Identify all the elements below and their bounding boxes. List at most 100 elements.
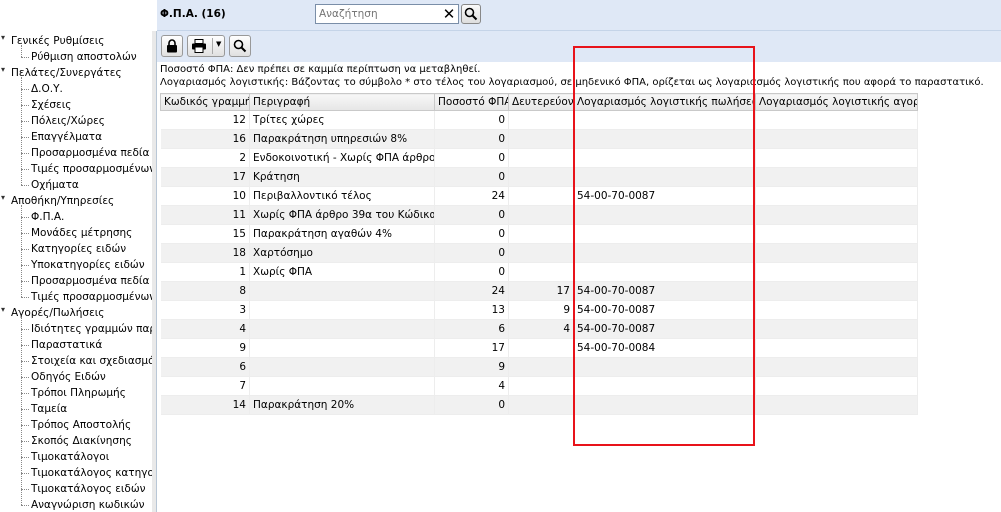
table-cell[interactable] — [508, 262, 574, 282]
tree-collapse-icon[interactable]: ▾ — [1, 65, 9, 74]
table-cell[interactable]: 0 — [434, 148, 509, 168]
tree-item-25[interactable]: Σκοπός Διακίνησης — [31, 433, 132, 449]
table-cell[interactable]: 0 — [434, 262, 509, 282]
tree-group-17[interactable]: Αγορές/Πωλήσεις — [11, 305, 104, 321]
table-cell[interactable] — [249, 338, 435, 358]
table-cell[interactable]: 54-00-70-0084 — [573, 338, 756, 358]
print-button[interactable]: ▼ — [187, 35, 225, 57]
table-cell[interactable] — [755, 262, 918, 282]
table-cell[interactable] — [573, 357, 756, 377]
table-cell[interactable]: 10 — [160, 186, 250, 206]
table-cell[interactable]: 0 — [434, 110, 509, 130]
table-row[interactable]: 69 — [160, 357, 918, 377]
column-header-0[interactable]: Κωδικός γραμμής — [160, 93, 250, 111]
table-cell[interactable]: 0 — [434, 243, 509, 263]
table-cell[interactable]: 54-00-70-0087 — [573, 281, 756, 301]
table-cell[interactable] — [508, 224, 574, 244]
table-row[interactable]: 74 — [160, 376, 918, 396]
table-cell[interactable] — [249, 357, 435, 377]
tree-item-26[interactable]: Τιμοκατάλογοι — [31, 449, 109, 465]
column-header-3[interactable]: Δευτερεύον — [508, 93, 574, 111]
tree-collapse-icon[interactable]: ▾ — [1, 33, 9, 42]
table-cell[interactable]: 0 — [434, 205, 509, 225]
table-cell[interactable] — [755, 110, 918, 130]
table-cell[interactable]: Ενδοκοινοτική - Χωρίς ΦΠΑ άρθρο 14 — [249, 148, 435, 168]
tree-item-5[interactable]: Πόλεις/Χώρες — [31, 113, 105, 129]
table-cell[interactable] — [755, 338, 918, 358]
tree-group-10[interactable]: Αποθήκη/Υπηρεσίες — [11, 193, 114, 209]
tree-item-15[interactable]: Προσαρμοσμένα πεδία — [31, 273, 149, 289]
tree-item-9[interactable]: Οχήματα — [31, 177, 79, 193]
table-cell[interactable]: 18 — [160, 243, 250, 263]
table-cell[interactable] — [755, 167, 918, 187]
table-cell[interactable] — [573, 262, 756, 282]
table-row[interactable]: 1 Χωρίς ΦΠΑ 0 — [160, 262, 918, 282]
table-cell[interactable] — [755, 224, 918, 244]
table-cell[interactable] — [573, 167, 756, 187]
table-cell[interactable] — [755, 148, 918, 168]
table-cell[interactable]: 4 — [508, 319, 574, 339]
table-cell[interactable] — [249, 281, 435, 301]
table-cell[interactable]: 3 — [160, 300, 250, 320]
table-cell[interactable]: Τρίτες χώρες — [249, 110, 435, 130]
table-cell[interactable]: 11 — [160, 205, 250, 225]
tree-item-23[interactable]: Ταμεία — [31, 401, 67, 417]
tree-item-3[interactable]: Δ.Ο.Υ. — [31, 81, 63, 97]
table-row[interactable]: 15 Παρακράτηση αγαθών 4% 0 — [160, 224, 918, 244]
table-cell[interactable] — [755, 186, 918, 206]
table-row[interactable]: 9 17 54-00-70-0084 — [160, 338, 918, 358]
table-cell[interactable]: Κράτηση — [249, 167, 435, 187]
table-cell[interactable] — [249, 300, 435, 320]
table-cell[interactable] — [755, 243, 918, 263]
table-cell[interactable] — [508, 148, 574, 168]
table-row[interactable]: 10 Περιβαλλοντικό τέλος 24 54-00-70-0087 — [160, 186, 918, 206]
table-row[interactable]: 3 13 9 54-00-70-0087 — [160, 300, 918, 320]
tree-item-13[interactable]: Κατηγορίες ειδών — [31, 241, 126, 257]
table-cell[interactable] — [508, 167, 574, 187]
chevron-down-icon[interactable]: ▼ — [216, 40, 221, 48]
tree-item-27[interactable]: Τιμοκατάλογος κατηγοριώ — [31, 465, 156, 481]
table-cell[interactable] — [573, 148, 756, 168]
table-cell[interactable]: 9 — [434, 357, 509, 377]
table-cell[interactable] — [755, 281, 918, 301]
tree-item-22[interactable]: Τρόποι Πληρωμής — [31, 385, 126, 401]
table-cell[interactable] — [508, 357, 574, 377]
table-cell[interactable]: 16 — [160, 129, 250, 149]
table-cell[interactable] — [573, 395, 756, 415]
table-cell[interactable] — [573, 243, 756, 263]
table-cell[interactable]: 17 — [434, 338, 509, 358]
table-row[interactable]: 8 24 17 54-00-70-0087 — [160, 281, 918, 301]
table-row[interactable]: 17 Κράτηση 0 — [160, 167, 918, 187]
table-cell[interactable]: Χωρίς ΦΠΑ άρθρο 39α του Κώδικα ΦΠΑ — [249, 205, 435, 225]
column-header-4[interactable]: Λογαριασμός λογιστικής πωλήσεων — [573, 93, 756, 111]
table-cell[interactable]: 0 — [434, 129, 509, 149]
tree-item-6[interactable]: Επαγγέλματα — [31, 129, 102, 145]
table-cell[interactable]: 9 — [508, 300, 574, 320]
table-cell[interactable]: 14 — [160, 395, 250, 415]
find-button[interactable] — [229, 35, 251, 57]
table-cell[interactable] — [508, 110, 574, 130]
table-row[interactable]: 11Χωρίς ΦΠΑ άρθρο 39α του Κώδικα ΦΠΑ0 — [160, 205, 918, 225]
table-cell[interactable]: 17 — [508, 281, 574, 301]
table-cell[interactable]: Παρακράτηση υπηρεσιών 8% — [249, 129, 435, 149]
table-cell[interactable] — [508, 395, 574, 415]
tree-item-12[interactable]: Μονάδες μέτρησης — [31, 225, 132, 241]
table-cell[interactable]: 12 — [160, 110, 250, 130]
table-cell[interactable] — [755, 319, 918, 339]
table-cell[interactable]: 24 — [434, 281, 509, 301]
table-cell[interactable]: 8 — [160, 281, 250, 301]
tree-group-0[interactable]: Γενικές Ρυθμίσεις — [11, 33, 104, 49]
table-cell[interactable]: 6 — [434, 319, 509, 339]
table-cell[interactable] — [573, 224, 756, 244]
table-cell[interactable] — [755, 300, 918, 320]
tree-group-2[interactable]: Πελάτες/Συνεργάτες — [11, 65, 122, 81]
tree-item-1[interactable]: Ρύθμιση αποστολών — [31, 49, 137, 65]
table-cell[interactable] — [573, 110, 756, 130]
table-cell[interactable] — [508, 376, 574, 396]
search-input[interactable] — [315, 4, 459, 24]
table-cell[interactable] — [573, 129, 756, 149]
tree-item-8[interactable]: Τιμές προσαρμοσμένων π — [31, 161, 156, 177]
table-cell[interactable]: 54-00-70-0087 — [573, 186, 756, 206]
table-cell[interactable] — [573, 376, 756, 396]
table-cell[interactable] — [508, 186, 574, 206]
